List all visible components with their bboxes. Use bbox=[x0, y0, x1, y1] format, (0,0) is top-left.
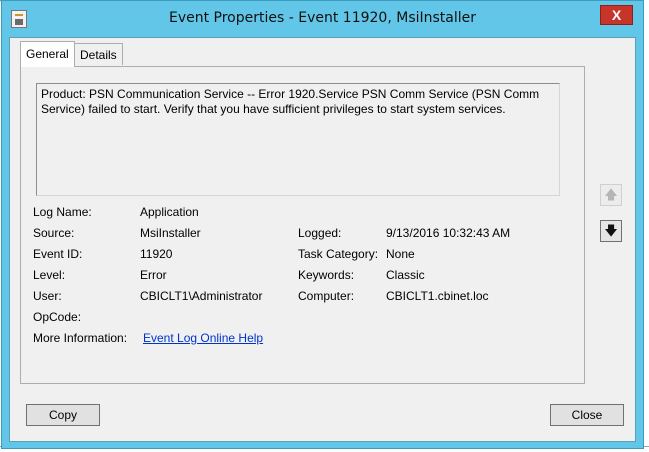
task-category-value: None bbox=[386, 247, 415, 261]
arrow-up-icon: 🡅 bbox=[604, 187, 618, 202]
next-event-button[interactable]: 🡇 bbox=[600, 220, 622, 242]
previous-event-button[interactable]: 🡅 bbox=[600, 184, 622, 206]
log-name-label: Log Name: bbox=[33, 205, 92, 219]
copy-button[interactable]: Copy bbox=[26, 404, 100, 426]
tab-details-label: Details bbox=[80, 48, 117, 62]
event-id-label: Event ID: bbox=[33, 247, 83, 261]
dialog-client: General Details Product: PSN Communicati… bbox=[9, 37, 636, 442]
close-button[interactable]: Close bbox=[550, 404, 624, 426]
logged-value: 9/13/2016 10:32:43 AM bbox=[386, 226, 511, 240]
log-name-value: Application bbox=[140, 205, 199, 219]
user-value: CBICLT1\Administrator bbox=[140, 289, 263, 303]
source-value: MsiInstaller bbox=[140, 226, 201, 240]
tab-general[interactable]: General bbox=[20, 41, 75, 67]
event-id-value: 11920 bbox=[140, 247, 173, 261]
event-description[interactable]: Product: PSN Communication Service -- Er… bbox=[36, 83, 560, 196]
keywords-value: Classic bbox=[386, 268, 425, 282]
event-log-online-help-link[interactable]: Event Log Online Help bbox=[143, 331, 263, 345]
general-tab-pane: Product: PSN Communication Service -- Er… bbox=[20, 66, 585, 384]
more-information-label: More Information: bbox=[33, 331, 128, 345]
keywords-label: Keywords: bbox=[298, 268, 355, 282]
source-label: Source: bbox=[33, 226, 75, 240]
window-title: Event Properties - Event 11920, MsiInsta… bbox=[168, 10, 477, 26]
title-bar[interactable]: Event Properties - Event 11920, MsiInsta… bbox=[2, 1, 643, 37]
window-close-button[interactable]: X bbox=[600, 5, 633, 25]
computer-value: CBICLT1.cbinet.loc bbox=[386, 289, 489, 303]
task-category-label: Task Category: bbox=[298, 247, 379, 261]
tab-details[interactable]: Details bbox=[74, 43, 123, 65]
level-label: Level: bbox=[33, 268, 66, 282]
tab-general-label: General bbox=[26, 47, 69, 61]
logged-label: Logged: bbox=[298, 226, 342, 240]
arrow-down-icon: 🡇 bbox=[604, 223, 618, 238]
computer-label: Computer: bbox=[298, 289, 355, 303]
level-value: Error bbox=[140, 268, 167, 282]
opcode-label: OpCode: bbox=[33, 310, 82, 324]
user-label: User: bbox=[33, 289, 62, 303]
event-properties-window: Event Properties - Event 11920, MsiInsta… bbox=[1, 0, 644, 449]
